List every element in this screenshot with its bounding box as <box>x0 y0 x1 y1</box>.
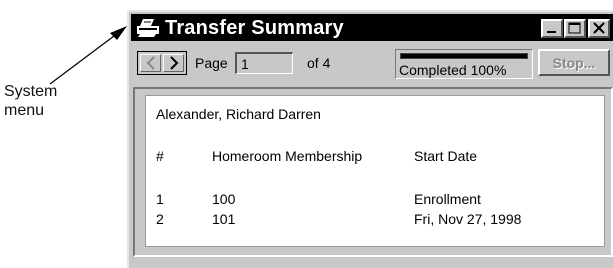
minimize-button[interactable] <box>541 19 563 38</box>
page-navigator <box>137 51 187 75</box>
progress-bar-fill <box>401 54 527 58</box>
progress-status-text: Completed 100% <box>399 62 507 78</box>
row-2-start-date: Fri, Nov 27, 1998 <box>414 211 522 227</box>
progress-bar <box>400 53 528 59</box>
printer-icon <box>137 19 159 37</box>
system-menu-callout: System menu <box>4 82 94 120</box>
report-frame: Alexander, Richard Darren # Homeroom Mem… <box>133 87 613 257</box>
student-name: Alexander, Richard Darren <box>156 106 321 122</box>
title-bar: Transfer Summary <box>131 14 613 41</box>
column-header-start-date: Start Date <box>414 148 478 164</box>
row-1-homeroom: 100 <box>212 191 236 207</box>
toolbar: Page of 4 Completed 100% Stop... <box>131 43 613 83</box>
window-title: Transfer Summary <box>165 17 344 39</box>
callout-line-2: menu <box>4 102 45 119</box>
row-2-homeroom: 101 <box>212 211 236 227</box>
row-2-number: 2 <box>156 211 164 227</box>
chevron-left-icon <box>146 56 155 70</box>
close-icon <box>593 22 605 34</box>
minimize-icon <box>547 31 556 33</box>
row-1-number: 1 <box>156 191 164 207</box>
progress-panel: Completed 100% <box>395 49 533 79</box>
transfer-summary-window: Transfer Summary Page 1 of 4 Completed 1… <box>127 10 613 268</box>
system-menu-button[interactable] <box>135 17 161 39</box>
close-button[interactable] <box>588 19 610 38</box>
maximize-button[interactable] <box>564 19 586 38</box>
next-page-button[interactable] <box>163 54 184 72</box>
previous-page-button[interactable] <box>140 54 161 72</box>
maximize-icon <box>568 22 581 34</box>
callout-line-1: System <box>4 83 58 100</box>
row-1-start-date: Enrollment <box>414 191 481 207</box>
chevron-right-icon <box>169 56 178 70</box>
column-header-homeroom: Homeroom Membership <box>212 148 363 164</box>
page-count-label: of 4 <box>307 55 331 71</box>
column-header-number: # <box>156 148 164 164</box>
page-label: Page <box>195 55 228 71</box>
stop-button[interactable]: Stop... <box>538 49 610 76</box>
page-number-input[interactable] <box>235 52 293 74</box>
report-content: Alexander, Richard Darren # Homeroom Mem… <box>145 95 605 247</box>
